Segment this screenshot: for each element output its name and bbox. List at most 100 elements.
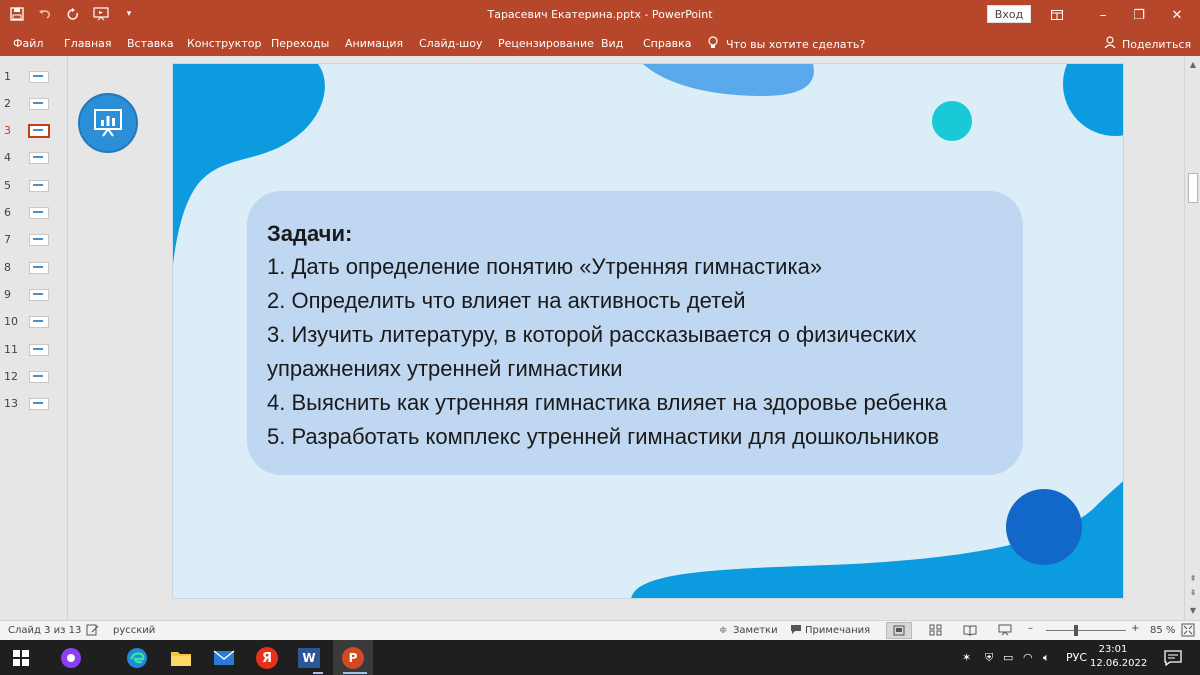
vertical-scrollbar[interactable]: ▲ ⇞ ⇟ ▼ xyxy=(1184,56,1200,620)
slide-thumbnail[interactable]: 12 xyxy=(0,366,68,386)
slide-number: 1 xyxy=(4,70,11,83)
thumbnail-image xyxy=(29,71,49,83)
comments-button[interactable]: Примечания xyxy=(805,625,870,636)
tab-home[interactable]: Главная xyxy=(64,37,112,50)
notes-button[interactable]: Заметки xyxy=(733,625,778,636)
alice-assistant-icon[interactable] xyxy=(58,645,84,671)
slide-thumbnail[interactable]: 2 xyxy=(0,93,68,113)
tab-help[interactable]: Справка xyxy=(643,37,691,50)
zoom-level[interactable]: 85 % xyxy=(1150,625,1175,636)
scroll-down-icon[interactable]: ▼ xyxy=(1185,604,1200,618)
thumbnail-image xyxy=(29,234,49,246)
tab-design[interactable]: Конструктор xyxy=(187,37,261,50)
thumbnail-image xyxy=(29,180,49,192)
status-bar: Слайд 3 из 13 русский ≑ Заметки Примечан… xyxy=(0,620,1200,640)
top-right-circle xyxy=(1063,64,1123,136)
slide-thumbnail[interactable]: 7 xyxy=(0,229,68,249)
edge-browser-icon[interactable] xyxy=(124,645,150,671)
slide-thumbnail[interactable]: 13 xyxy=(0,393,68,413)
sign-in-button[interactable]: Вход xyxy=(987,5,1031,23)
thumbnail-image xyxy=(29,207,49,219)
tab-slideshow[interactable]: Слайд-шоу xyxy=(419,37,482,50)
slide-thumbnail[interactable]: 6 xyxy=(0,202,68,222)
person-icon xyxy=(1104,36,1117,52)
notes-icon[interactable]: ≑ xyxy=(719,625,727,636)
lightbulb-icon xyxy=(708,36,718,52)
slideshow-view-icon[interactable] xyxy=(998,624,1012,639)
volume-icon[interactable]: 🔈︎ xyxy=(1043,651,1050,665)
yandex-label: Я xyxy=(256,647,278,669)
next-slide-icon[interactable]: ⇟ xyxy=(1185,586,1200,600)
clock-date: 12.06.2022 xyxy=(1090,658,1148,669)
task-item: упражнениях утренней гимнастики xyxy=(267,356,623,381)
top-light-blob xyxy=(643,64,814,96)
tab-insert[interactable]: Вставка xyxy=(127,37,174,50)
spellcheck-icon[interactable] xyxy=(86,624,99,639)
comments-icon[interactable] xyxy=(790,624,802,638)
tab-transitions[interactable]: Переходы xyxy=(271,37,329,50)
thumbnail-image xyxy=(29,344,49,356)
tell-me-search[interactable]: Что вы хотите сделать? xyxy=(708,36,865,52)
slide-thumbnail[interactable]: 4 xyxy=(0,147,68,167)
close-button[interactable]: ✕ xyxy=(1154,0,1200,30)
slide-number: 11 xyxy=(4,343,18,356)
network-icon[interactable]: ◠ xyxy=(1023,651,1033,664)
language-indicator[interactable]: русский xyxy=(113,625,155,636)
slide-canvas[interactable]: Задачи: 1. Дать определение понятию «Утр… xyxy=(172,63,1124,599)
slide-number: 8 xyxy=(4,261,11,274)
system-clock[interactable]: 23:01 12.06.2022 xyxy=(1090,643,1148,671)
powerpoint-app-icon[interactable]: P xyxy=(340,645,366,671)
previous-slide-icon[interactable]: ⇞ xyxy=(1185,572,1200,586)
slide-thumbnail[interactable]: 8 xyxy=(0,257,68,277)
input-language[interactable]: РУС xyxy=(1066,651,1087,664)
dark-blue-circle xyxy=(1006,489,1082,565)
tab-animations[interactable]: Анимация xyxy=(345,37,403,50)
task-item: 5. Разработать комплекс утренней гимнаст… xyxy=(267,424,940,449)
title-bar: ▾ Тарасевич Екатерина.pptx - PowerPoint … xyxy=(0,0,1200,30)
zoom-slider[interactable] xyxy=(1046,630,1126,631)
scrollbar-thumb[interactable] xyxy=(1188,173,1198,203)
windows-start-icon[interactable] xyxy=(8,645,34,671)
running-indicator xyxy=(343,672,367,674)
teal-circle xyxy=(932,101,972,141)
zoom-in-button[interactable]: + xyxy=(1131,623,1139,634)
thumbnail-image xyxy=(28,124,50,138)
tab-file[interactable]: Файл xyxy=(13,37,43,50)
security-tray-icon[interactable]: ⛨ xyxy=(985,651,993,665)
slide-thumbnail[interactable]: 9 xyxy=(0,284,68,304)
zoom-out-button[interactable]: – xyxy=(1028,623,1033,634)
slide-thumbnail[interactable]: 11 xyxy=(0,339,68,359)
tell-me-label: Что вы хотите сделать? xyxy=(726,37,866,51)
battery-icon[interactable]: ▭ xyxy=(1003,651,1013,664)
tab-view[interactable]: Вид xyxy=(601,37,623,50)
slide-thumbnail[interactable]: 1 xyxy=(0,66,68,86)
powerpoint-label: P xyxy=(342,647,364,669)
slide-number: 10 xyxy=(4,315,18,328)
tasks-textbox[interactable]: Задачи: 1. Дать определение понятию «Утр… xyxy=(247,191,1023,475)
file-explorer-icon[interactable] xyxy=(168,645,194,671)
people-tray-icon[interactable]: ✶ xyxy=(962,651,971,664)
reading-view-icon[interactable] xyxy=(963,624,977,639)
ribbon-display-icon[interactable] xyxy=(1034,0,1080,30)
mail-icon[interactable] xyxy=(211,645,237,671)
running-indicator xyxy=(313,672,323,674)
scroll-up-icon[interactable]: ▲ xyxy=(1185,58,1200,72)
slide-thumbnail[interactable]: 10 xyxy=(0,311,68,331)
thumbnail-image xyxy=(29,98,49,110)
slide-thumbnail[interactable]: 5 xyxy=(0,175,68,195)
slide-number: 4 xyxy=(4,151,11,164)
fit-to-window-icon[interactable] xyxy=(1181,623,1195,640)
slide-number: 13 xyxy=(4,397,18,410)
normal-view-icon[interactable] xyxy=(886,622,912,639)
thumbnail-image xyxy=(29,262,49,274)
slide-thumbnail-active[interactable]: 3 xyxy=(0,120,68,140)
tab-review[interactable]: Рецензирование xyxy=(498,37,594,50)
share-button[interactable]: Поделиться xyxy=(1104,36,1191,52)
slide-counter: Слайд 3 из 13 xyxy=(8,625,82,636)
notifications-icon[interactable] xyxy=(1160,645,1186,671)
slide-number: 7 xyxy=(4,233,11,246)
zoom-slider-handle[interactable] xyxy=(1074,625,1078,636)
yandex-browser-icon[interactable]: Я xyxy=(254,645,280,671)
slide-sorter-icon[interactable] xyxy=(929,624,942,639)
word-app-icon[interactable]: W xyxy=(296,645,322,671)
